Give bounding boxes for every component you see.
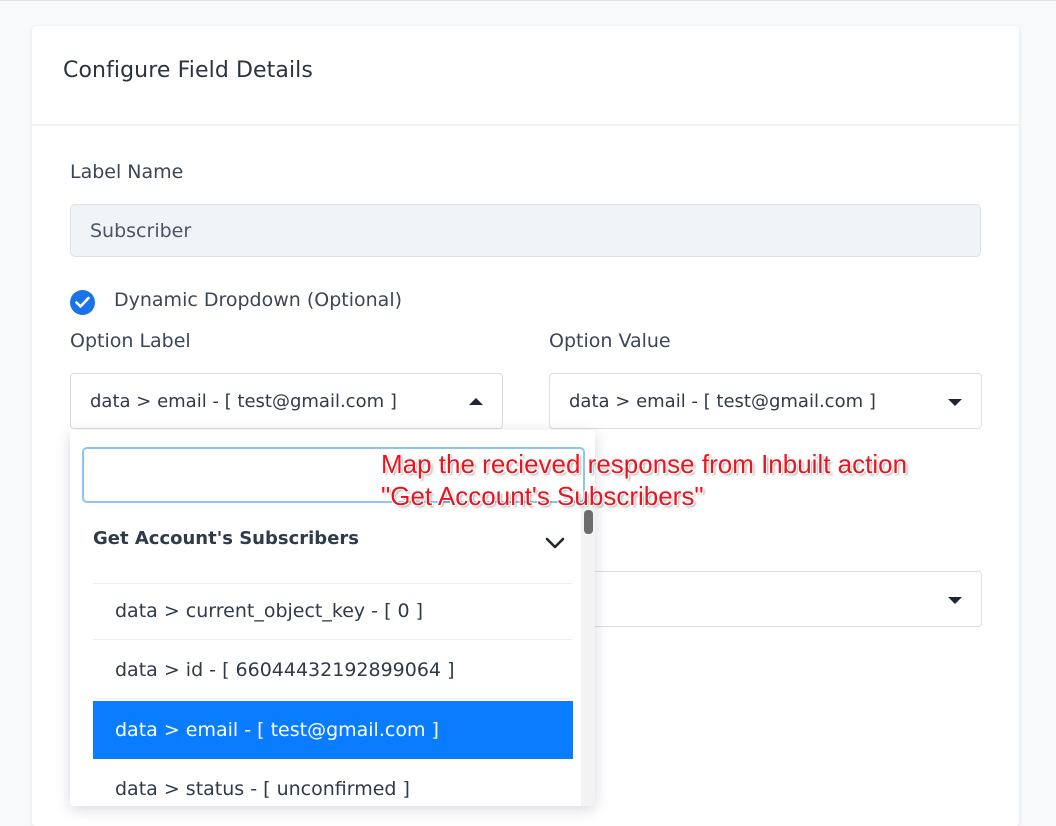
option-label-select[interactable]: data > email - [ test@gmail.com ] xyxy=(70,373,503,429)
dropdown-group-header[interactable]: Get Account's Subscribers xyxy=(93,525,573,584)
option-label-selected-value: data > email - [ test@gmail.com ] xyxy=(90,391,397,412)
page-title: Configure Field Details xyxy=(63,58,313,83)
option-value-label: Option Value xyxy=(549,330,671,352)
check-icon xyxy=(75,296,90,308)
dropdown-option[interactable]: data > status - [ unconfirmed ] xyxy=(93,760,573,806)
dropdown-option[interactable]: data > id - [ 66044432192899064 ] xyxy=(93,641,573,699)
annotation-callout: Map the recieved response from Inbuilt a… xyxy=(381,448,907,512)
annotation-line-2: "Get Account's Subscribers" xyxy=(381,481,704,511)
dropdown-option-selected[interactable]: data > email - [ test@gmail.com ] xyxy=(93,701,573,759)
caret-up-icon xyxy=(469,398,483,405)
dynamic-dropdown-label: Dynamic Dropdown (Optional) xyxy=(114,289,403,311)
top-divider xyxy=(0,0,1056,1)
caret-down-icon xyxy=(948,399,962,406)
option-value-select[interactable]: data > email - [ test@gmail.com ] xyxy=(549,373,982,429)
caret-down-icon xyxy=(948,597,962,604)
dynamic-dropdown-checkbox[interactable] xyxy=(70,290,95,315)
chevron-down-icon[interactable] xyxy=(545,537,565,550)
annotation-line-1: Map the recieved response from Inbuilt a… xyxy=(381,449,908,479)
secondary-select[interactable] xyxy=(549,571,982,627)
label-name-label: Label Name xyxy=(70,161,184,183)
dropdown-scrollbar-track[interactable] xyxy=(581,508,595,806)
option-value-selected-value: data > email - [ test@gmail.com ] xyxy=(569,391,876,412)
option-label-label: Option Label xyxy=(70,330,191,352)
label-name-input[interactable]: Subscriber xyxy=(70,204,981,257)
dropdown-option[interactable]: data > current_object_key - [ 0 ] xyxy=(93,582,573,640)
card-header: Configure Field Details xyxy=(32,26,1019,126)
dropdown-group-title: Get Account's Subscribers xyxy=(93,528,359,549)
dropdown-scrollbar-thumb[interactable] xyxy=(584,510,593,534)
